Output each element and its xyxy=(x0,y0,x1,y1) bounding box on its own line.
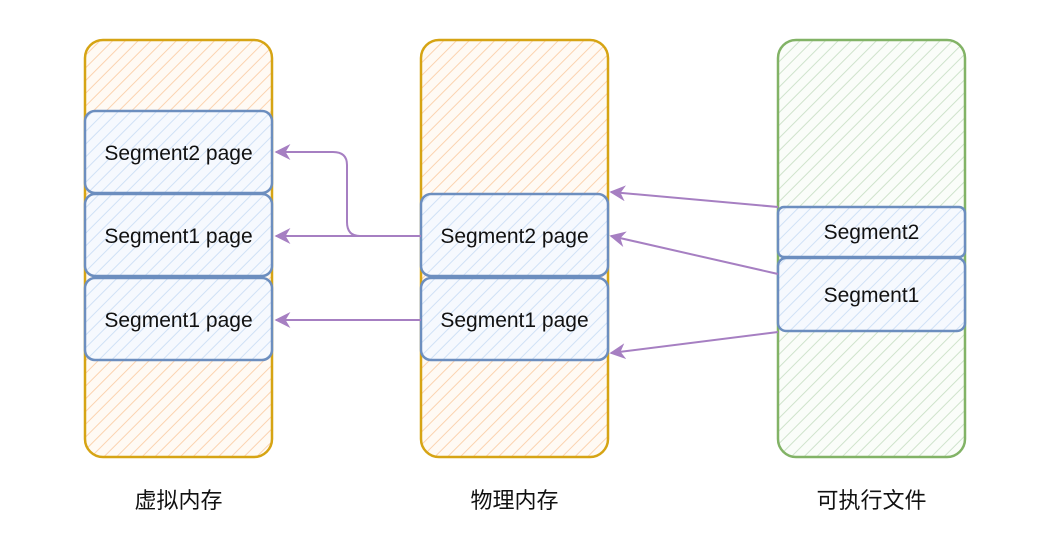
file-block-segment1: Segment1 xyxy=(776,256,967,333)
physical-block-label: Segment1 page xyxy=(440,309,588,332)
memory-mapping-diagram: Segment2 page Segment1 page Segment1 pag… xyxy=(83,38,967,514)
virtual-block-segment1-page-a: Segment1 page xyxy=(83,192,274,278)
virtual-memory-caption: 虚拟内存 xyxy=(134,489,222,514)
file-block-label: Segment2 xyxy=(824,221,920,244)
physical-block-segment1-page: Segment1 page xyxy=(419,276,610,362)
arrow-physical-seg2-to-virtual-seg2 xyxy=(274,144,421,237)
virtual-block-label: Segment2 page xyxy=(104,142,252,165)
file-block-segment2: Segment2 xyxy=(776,205,967,259)
virtual-block-label: Segment1 page xyxy=(104,309,252,332)
arrow-file-seg1-to-physical-seg2 xyxy=(609,231,779,275)
arrow-file-seg1-to-physical-bottom xyxy=(609,331,779,360)
physical-block-segment2-page: Segment2 page xyxy=(419,192,610,278)
executable-file-caption: 可执行文件 xyxy=(816,489,926,514)
virtual-block-label: Segment1 page xyxy=(104,225,252,248)
file-block-label: Segment1 xyxy=(824,284,920,307)
physical-memory-caption: 物理内存 xyxy=(470,489,558,514)
physical-block-label: Segment2 page xyxy=(440,225,588,248)
arrow-file-seg2-to-physical-top xyxy=(609,185,779,208)
virtual-block-segment2-page: Segment2 page xyxy=(83,109,274,195)
virtual-block-segment1-page-b: Segment1 page xyxy=(83,276,274,362)
